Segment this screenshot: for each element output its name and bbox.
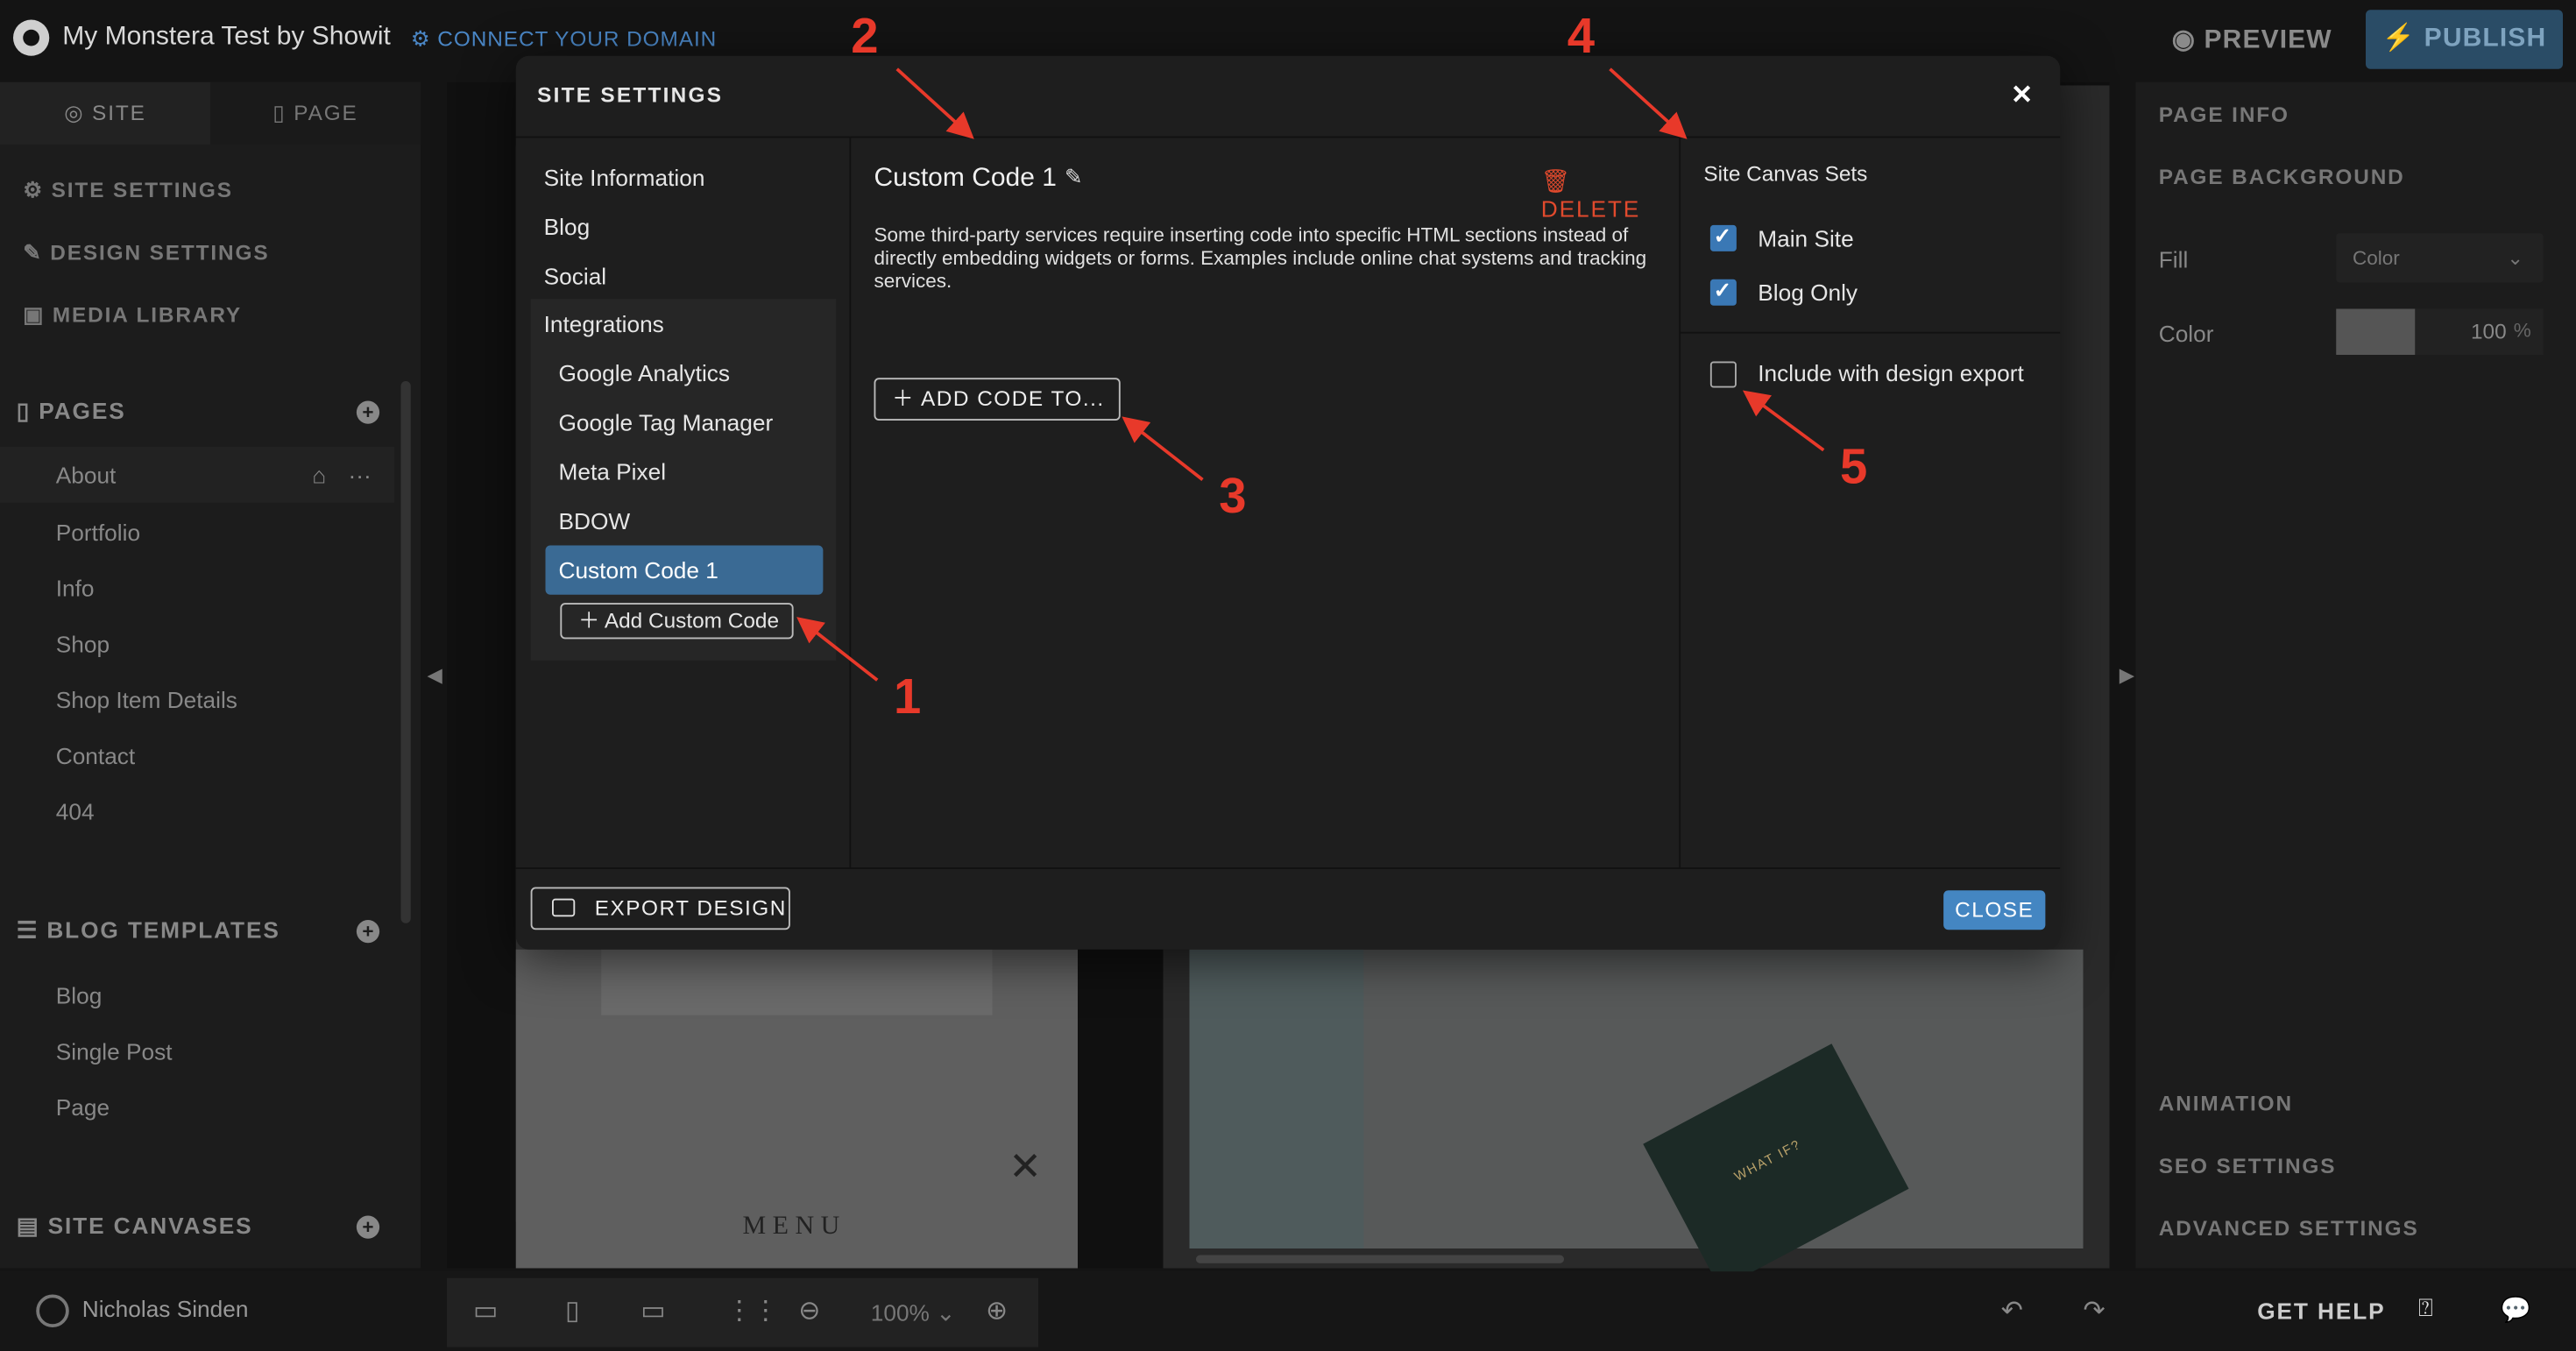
app-root: My Monstera Test by Showit ⚙ CONNECT YOU… — [0, 0, 2576, 1351]
annotation-1: 1 — [894, 670, 922, 725]
arrow-5 — [1742, 390, 1825, 452]
arrow-4 — [1609, 67, 1688, 139]
arrow-2 — [895, 67, 974, 139]
annotation-5: 5 — [1840, 440, 1868, 495]
arrow-3 — [1122, 416, 1204, 481]
annotation-4: 4 — [1567, 10, 1596, 65]
annotation-arrows — [796, 67, 1825, 682]
annotation-2: 2 — [851, 10, 879, 65]
arrow-1 — [796, 617, 879, 682]
annotation-3: 3 — [1219, 470, 1247, 525]
